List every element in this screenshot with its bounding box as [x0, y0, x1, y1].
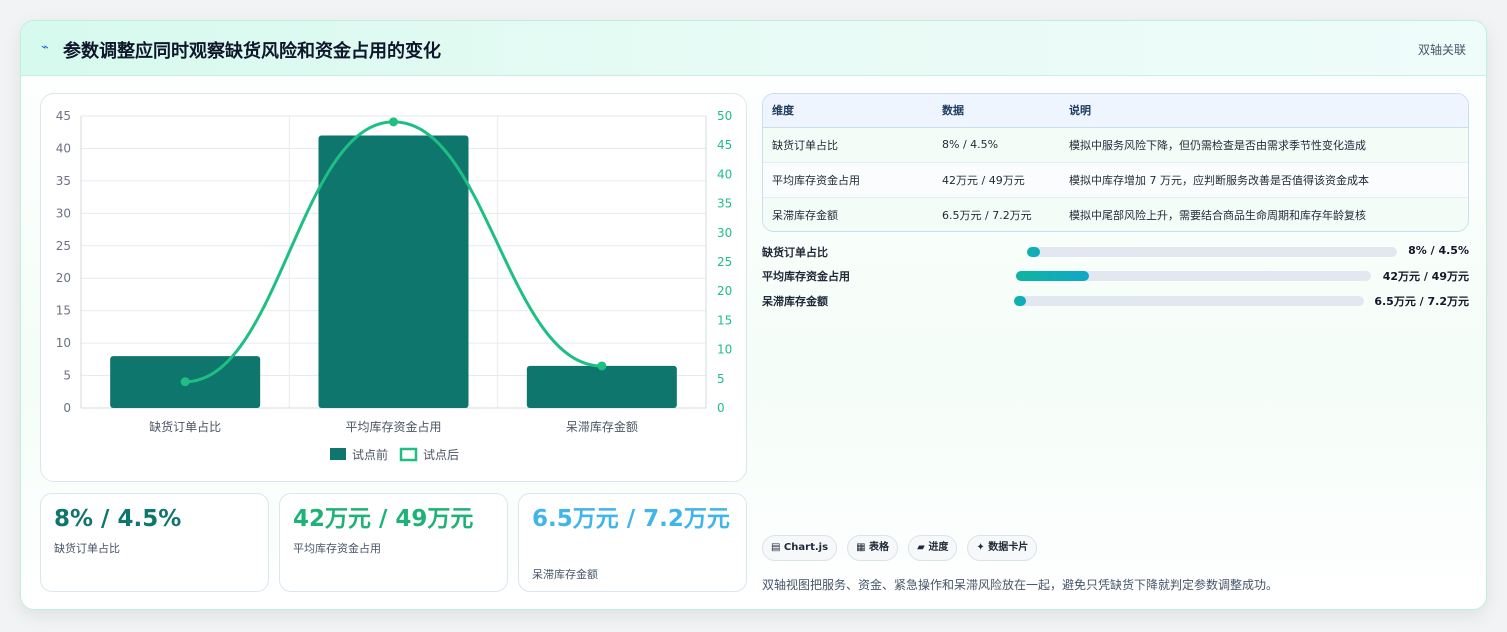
- metric-card-stockout: 8% / 4.5% 缺货订单占比: [40, 493, 269, 592]
- y-left-tick-label: 25: [56, 239, 71, 253]
- metric-label: 缺货订单占比: [54, 542, 120, 555]
- y-left-tick-label: 10: [56, 336, 71, 350]
- progress-row-inventory-capital: 平均库存资金占用 42万元 / 49万元: [762, 267, 1469, 285]
- dual-axis-chart: 0 5 10 15 20 25 30 35 40 45 0 5 10 15 20 25 30 35 40 45 50 缺货…: [56, 109, 733, 462]
- line-point: [389, 117, 398, 127]
- table-row: 呆滞库存金额 6.5万元 / 7.2万元 模拟中尾部风险上升，需要结合商品生命周…: [763, 197, 1468, 231]
- chip-table[interactable]: ▦ 表格: [847, 535, 899, 561]
- metric-value: 6.5万元 / 7.2万元: [532, 506, 730, 532]
- table-cell: 平均库存资金占用: [763, 162, 933, 198]
- y-right-tick-label: 20: [717, 284, 732, 298]
- y-right-tick-label: 25: [717, 255, 732, 269]
- y-left-tick-label: 40: [56, 141, 71, 155]
- x-tick-label: 缺货订单占比: [149, 419, 221, 434]
- line-point: [180, 377, 190, 387]
- main-card: ⌁ 参数调整应同时观察缺货风险和资金占用的变化 双轴关联 0 5 10 15 20 25 3…: [20, 20, 1487, 610]
- metric-value: 8% / 4.5%: [54, 506, 182, 532]
- table-cell: 呆滞库存金额: [763, 197, 933, 231]
- y-right-tick-label: 30: [717, 226, 732, 240]
- progress-row-stockout: 缺货订单占比 8% / 4.5%: [762, 243, 1469, 261]
- y-right-tick-label: 15: [717, 313, 732, 327]
- table-cell: 模拟中服务风险下降，但仍需检查是否由需求季节性变化造成: [1060, 127, 1468, 163]
- y-right-tick-label: 40: [717, 167, 732, 181]
- chip-progress[interactable]: ▰ 进度: [908, 535, 958, 561]
- y-left-tick-label: 45: [56, 109, 71, 123]
- legend-swatch-bar: [330, 448, 346, 460]
- tech-chips: ▤ Chart.js ▦ 表格 ▰ 进度 ✦ 数据卡片: [762, 535, 1042, 561]
- table-cell: 6.5万元 / 7.2万元: [933, 197, 1060, 231]
- card-header: ⌁ 参数调整应同时观察缺货风险和资金占用的变化 双轴关联: [21, 21, 1486, 76]
- progress-label: 缺货订单占比: [762, 246, 828, 259]
- metric-label: 平均库存资金占用: [293, 542, 381, 555]
- metric-card-inventory-capital: 42万元 / 49万元 平均库存资金占用: [279, 493, 508, 592]
- metric-card-slow-stock: 6.5万元 / 7.2万元 呆滞库存金额: [518, 493, 747, 592]
- progress-fill: [1014, 296, 1027, 306]
- table-header: 说明: [1060, 94, 1468, 128]
- y-left-tick-label: 35: [56, 174, 71, 188]
- legend-label: 试点前: [352, 447, 388, 462]
- progress-row-slow-stock: 呆滞库存金额 6.5万元 / 7.2万元: [762, 292, 1469, 310]
- y-right-tick-label: 10: [717, 343, 732, 357]
- table-cell: 8% / 4.5%: [933, 127, 1060, 163]
- table-row: 平均库存资金占用 42万元 / 49万元 模拟中库存增加 7 万元，应判断服务改…: [763, 162, 1468, 198]
- y-right-tick-label: 0: [717, 401, 725, 415]
- table-row: 缺货订单占比 8% / 4.5% 模拟中服务风险下降，但仍需检查是否由需求季节性…: [763, 127, 1468, 163]
- progress-value: 6.5万元 / 7.2万元: [1374, 295, 1469, 308]
- page-title: 参数调整应同时观察缺货风险和资金占用的变化: [63, 41, 441, 62]
- x-tick-label: 呆滞库存金额: [566, 419, 638, 434]
- header-tag: 双轴关联: [1417, 43, 1466, 57]
- progress-value: 8% / 4.5%: [1408, 244, 1469, 257]
- table-header: 数据: [933, 94, 1060, 128]
- legend-label: 试点后: [423, 447, 459, 462]
- table-cell: 缺货订单占比: [763, 127, 933, 163]
- y-left-tick-label: 15: [56, 304, 71, 318]
- lightning-icon: ⌁: [41, 40, 49, 55]
- progress-label: 呆滞库存金额: [762, 295, 828, 308]
- progress-value: 42万元 / 49万元: [1382, 270, 1469, 283]
- metric-value: 42万元 / 49万元: [293, 506, 474, 532]
- line-point: [597, 361, 607, 371]
- y-left-tick-label: 30: [56, 206, 71, 220]
- y-right-tick-label: 50: [717, 109, 732, 123]
- metric-label: 呆滞库存金额: [532, 568, 598, 581]
- bar: [318, 135, 469, 408]
- y-right-tick-label: 45: [717, 138, 732, 152]
- y-right-tick-label: 35: [717, 197, 732, 211]
- progress-track: [1014, 296, 1364, 306]
- table-cell: 模拟中尾部风险上升，需要结合商品生命周期和库存年龄复核: [1060, 197, 1468, 231]
- progress-fill: [1027, 247, 1040, 257]
- y-left-tick-label: 5: [63, 369, 71, 383]
- bar: [526, 365, 677, 408]
- progress-track: [1016, 271, 1371, 281]
- y-left-tick-label: 20: [56, 271, 71, 285]
- chart-panel: 0 5 10 15 20 25 30 35 40 45 0 5 10 15 20 25 30 35 40 45 50 缺货…: [40, 93, 747, 482]
- data-table: 维度 数据 说明 缺货订单占比 8% / 4.5% 模拟中服务风险下降，但仍需检…: [762, 93, 1469, 232]
- table-cell: 模拟中库存增加 7 万元，应判断服务改善是否值得该资金成本: [1060, 162, 1468, 198]
- table-cell: 42万元 / 49万元: [933, 162, 1060, 198]
- footnote: 双轴视图把服务、资金、紧急操作和呆滞风险放在一起，避免只凭缺货下降就判定参数调整…: [762, 578, 1279, 592]
- chip-data-card[interactable]: ✦ 数据卡片: [967, 535, 1038, 561]
- chip-chartjs[interactable]: ▤ Chart.js: [762, 535, 838, 561]
- table-header: 维度: [763, 94, 933, 128]
- legend-swatch-line: [399, 447, 418, 462]
- progress-fill: [1016, 271, 1089, 281]
- progress-label: 平均库存资金占用: [762, 270, 850, 283]
- y-right-tick-label: 5: [717, 372, 725, 386]
- x-tick-label: 平均库存资金占用: [345, 419, 441, 434]
- progress-track: [1027, 247, 1397, 257]
- y-left-tick-label: 0: [63, 401, 71, 415]
